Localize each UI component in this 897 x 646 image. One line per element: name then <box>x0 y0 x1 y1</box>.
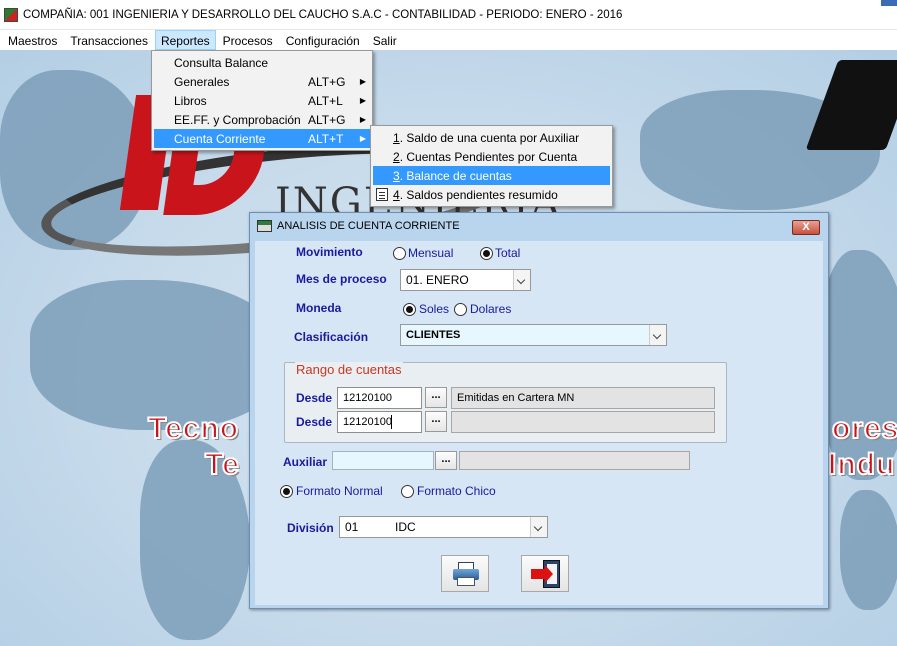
radio-dolares[interactable] <box>454 303 467 316</box>
dialog-body: Movimiento Mensual Total Mes de proceso … <box>255 241 823 605</box>
auxiliar-lookup-button[interactable]: ... <box>435 451 457 470</box>
desde-input-1[interactable]: 12120100 <box>337 387 422 409</box>
submenu-item-saldo-auxiliar[interactable]: 1. Saldo de una cuenta por Auxiliar <box>373 128 610 147</box>
mes-label: Mes de proceso <box>296 272 387 286</box>
radio-mensual[interactable] <box>393 247 406 260</box>
desde-label-2: Desde <box>296 415 333 429</box>
menu-reportes[interactable]: Reportes <box>154 30 216 50</box>
mes-select[interactable]: 01. ENERO <box>400 269 531 291</box>
app-icon <box>4 7 18 22</box>
window-title: COMPAÑIA: 001 INGENIERIA Y DESARROLLO DE… <box>23 8 623 21</box>
radio-soles-label: Soles <box>419 302 450 316</box>
auxiliar-label: Auxiliar <box>283 455 328 469</box>
dialog-app-icon <box>257 220 272 232</box>
exit-button[interactable] <box>521 555 569 592</box>
menu-item-libros[interactable]: Libros ALT+L ▶ <box>154 91 370 110</box>
clasificacion-value: CLIENTES <box>406 329 461 341</box>
menu-item-consulta-balance[interactable]: Consulta Balance <box>154 53 370 72</box>
slogan-line-1-right: ores <box>831 411 897 446</box>
chevron-down-icon[interactable] <box>649 325 666 345</box>
radio-formato-chico-label: Formato Chico <box>417 484 496 498</box>
cuenta-corriente-submenu: 1. Saldo de una cuenta por Auxiliar 2. C… <box>370 125 613 207</box>
menu-procesos[interactable]: Procesos <box>217 30 279 50</box>
auxiliar-desc <box>459 451 690 470</box>
desde-desc-1: Emitidas en Cartera MN <box>451 387 715 409</box>
desde-lookup-button-2[interactable]: ... <box>425 411 447 432</box>
desde-lookup-button-1[interactable]: ... <box>425 387 447 408</box>
division-label: División <box>287 521 334 535</box>
slogan-line-1-left: Tecno <box>147 411 240 446</box>
title-accent <box>881 0 897 6</box>
menu-transacciones[interactable]: Transacciones <box>64 30 154 50</box>
moneda-label: Moneda <box>296 301 342 315</box>
mes-value: 01. ENERO <box>406 273 469 287</box>
print-button[interactable] <box>441 555 489 592</box>
dialog-title: ANALISIS DE CUENTA CORRIENTE <box>277 220 460 232</box>
submenu-item-saldos-resumido[interactable]: 4. Saldos pendientes resumido <box>373 185 610 204</box>
submenu-arrow-icon: ▶ <box>359 134 367 143</box>
analisis-dialog: ANALISIS DE CUENTA CORRIENTE X Movimient… <box>249 212 829 609</box>
radio-formato-normal-label: Formato Normal <box>296 484 383 498</box>
radio-formato-normal[interactable] <box>280 485 293 498</box>
submenu-arrow-icon: ▶ <box>359 96 367 105</box>
dialog-title-bar[interactable]: ANALISIS DE CUENTA CORRIENTE <box>250 213 828 239</box>
map-landmass <box>840 490 897 610</box>
auxiliar-input[interactable] <box>332 451 434 470</box>
exit-door-icon <box>531 560 561 588</box>
menu-salir[interactable]: Salir <box>367 30 403 50</box>
desde-input-2[interactable]: 12120100 <box>337 411 422 433</box>
radio-mensual-label: Mensual <box>408 246 454 260</box>
printer-icon <box>453 562 479 586</box>
slogan-line-2-left: Te <box>204 447 240 482</box>
chevron-down-icon[interactable] <box>530 517 547 537</box>
menu-item-generales[interactable]: Generales ALT+G ▶ <box>154 72 370 91</box>
slogan-line-2-right: Indu <box>827 447 896 482</box>
menu-item-eeff[interactable]: EE.FF. y Comprobación ALT+G ▶ <box>154 110 370 129</box>
desde-desc-2 <box>451 411 715 433</box>
title-bar: COMPAÑIA: 001 INGENIERIA Y DESARROLLO DE… <box>0 0 897 30</box>
menu-bar: Maestros Transacciones Reportes Procesos… <box>0 30 897 50</box>
menu-maestros[interactable]: Maestros <box>2 30 63 50</box>
division-code: 01 <box>345 520 359 534</box>
close-button[interactable]: X <box>792 220 820 235</box>
rango-title: Rango de cuentas <box>295 362 403 377</box>
menu-configuracion[interactable]: Configuración <box>280 30 366 50</box>
reportes-menu: Consulta Balance Generales ALT+G ▶ Libro… <box>151 50 373 151</box>
radio-total[interactable] <box>480 247 493 260</box>
submenu-arrow-icon: ▶ <box>359 77 367 86</box>
chevron-down-icon[interactable] <box>513 270 530 290</box>
clasificacion-label: Clasificación <box>294 330 369 344</box>
radio-soles[interactable] <box>403 303 416 316</box>
radio-dolares-label: Dolares <box>470 302 512 316</box>
submenu-item-balance-cuentas[interactable]: 3. Balance de cuentas <box>373 166 610 185</box>
division-select[interactable]: 01 IDC <box>339 516 548 538</box>
division-name: IDC <box>395 520 416 534</box>
radio-total-label: Total <box>495 246 521 260</box>
menu-item-cuenta-corriente[interactable]: Cuenta Corriente ALT+T ▶ <box>154 129 370 148</box>
clasificacion-select[interactable]: CLIENTES <box>400 324 667 346</box>
movimiento-label: Movimiento <box>296 245 363 259</box>
rango-group: Rango de cuentas Desde 12120100 ... Emit… <box>284 362 727 443</box>
submenu-arrow-icon: ▶ <box>359 115 367 124</box>
radio-formato-chico[interactable] <box>401 485 414 498</box>
submenu-item-cuentas-pendientes[interactable]: 2. Cuentas Pendientes por Cuenta <box>373 147 610 166</box>
report-icon <box>376 188 388 201</box>
desde-label-1: Desde <box>296 391 333 405</box>
